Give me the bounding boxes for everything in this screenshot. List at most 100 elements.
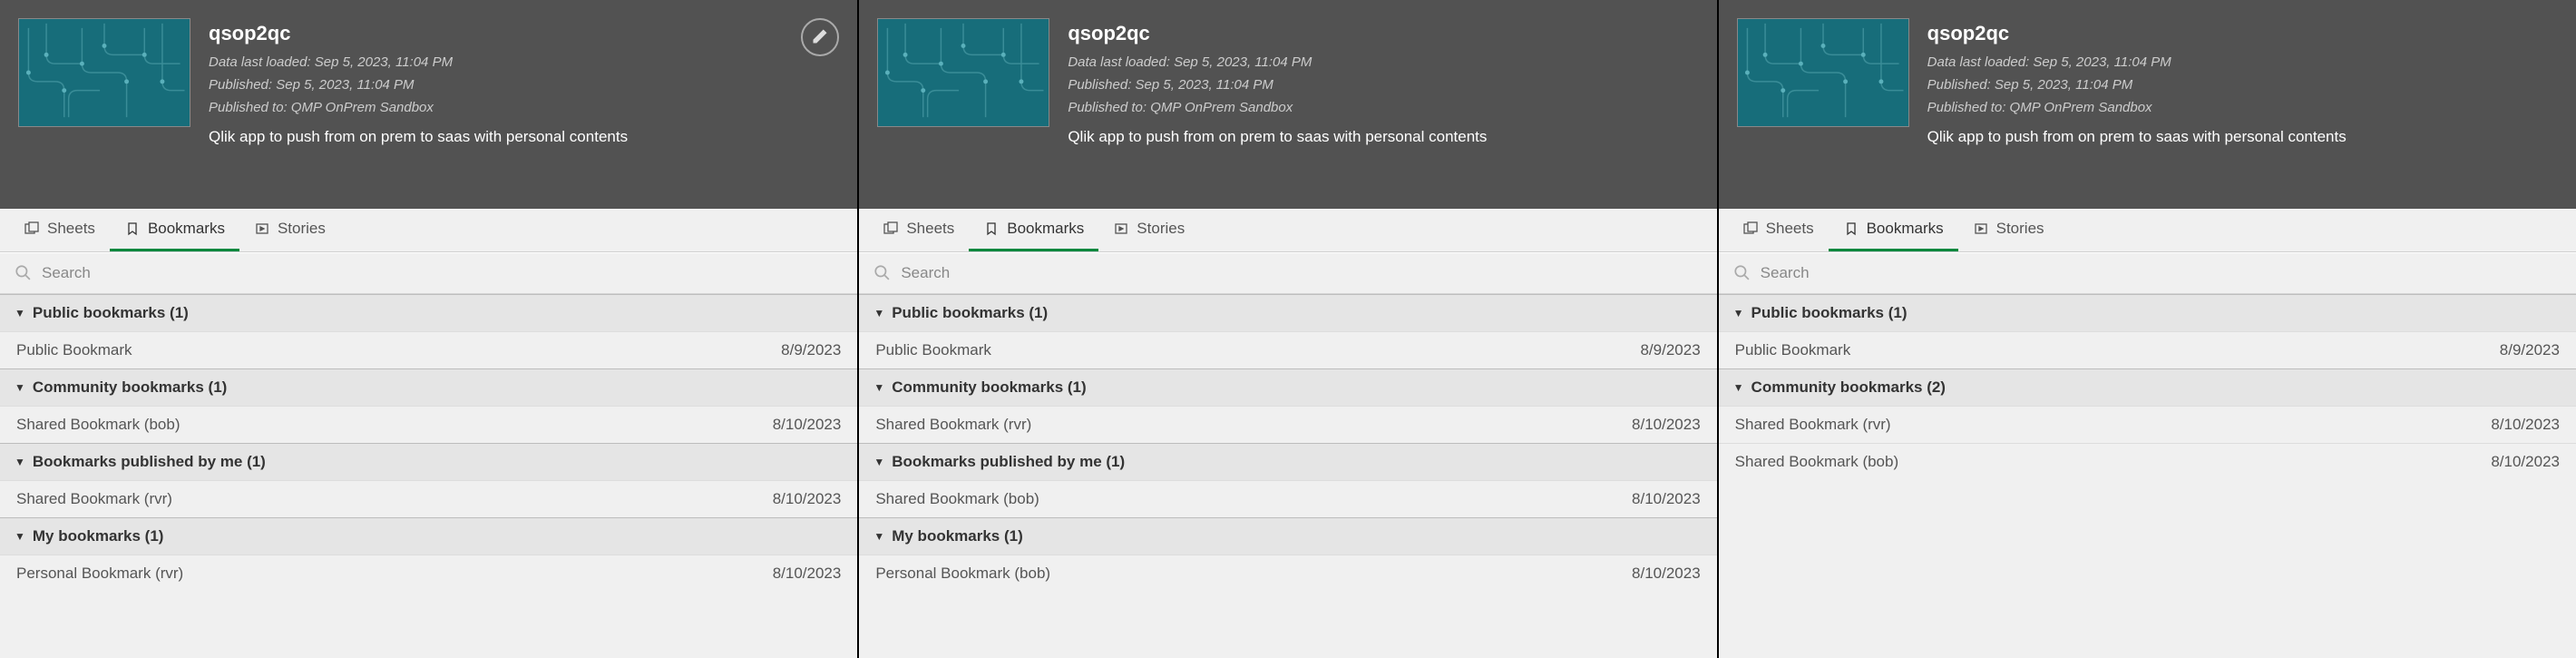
bookmark-name: Public Bookmark (16, 341, 132, 359)
header-text-block: qsop2qc Data last loaded: Sep 5, 2023, 1… (209, 18, 628, 191)
search-icon (15, 264, 33, 282)
app-header: qsop2qc Data last loaded: Sep 5, 2023, 1… (859, 0, 1716, 209)
section-header[interactable]: ▼ Bookmarks published by me (1) (859, 443, 1716, 480)
chevron-down-icon: ▼ (873, 530, 884, 543)
section-header[interactable]: ▼ My bookmarks (1) (859, 517, 1716, 555)
bookmark-name: Personal Bookmark (rvr) (16, 565, 183, 583)
app-description: Qlik app to push from on prem to saas wi… (209, 128, 628, 146)
app-thumbnail-graphic (1738, 19, 1908, 126)
app-description: Qlik app to push from on prem to saas wi… (1068, 128, 1487, 146)
search-input[interactable] (1761, 264, 2561, 282)
stories-icon (1973, 221, 1989, 237)
chevron-down-icon: ▼ (15, 456, 25, 468)
meta-loaded: Data last loaded: Sep 5, 2023, 11:04 PM (1927, 53, 2347, 72)
bookmark-date: 8/10/2023 (773, 490, 842, 508)
bookmark-name: Shared Bookmark (bob) (16, 416, 180, 434)
search-bar (1719, 252, 2576, 294)
tabs-bar: Sheets Bookmarks Stories (0, 209, 857, 252)
app-panel: qsop2qc Data last loaded: Sep 5, 2023, 1… (859, 0, 1718, 658)
bookmark-date: 8/10/2023 (2491, 453, 2560, 471)
search-input[interactable] (901, 264, 1702, 282)
section-title: Community bookmarks (1) (892, 378, 1086, 397)
meta-published-to: Published to: QMP OnPrem Sandbox (209, 98, 628, 117)
app-thumbnail (877, 18, 1049, 127)
bookmark-date: 8/10/2023 (1632, 416, 1701, 434)
bookmark-date: 8/10/2023 (773, 565, 842, 583)
bookmark-date: 8/10/2023 (2491, 416, 2560, 434)
bookmark-row[interactable]: Personal Bookmark (rvr) 8/10/2023 (0, 555, 857, 592)
bookmark-row[interactable]: Shared Bookmark (rvr) 8/10/2023 (1719, 406, 2576, 443)
app-description: Qlik app to push from on prem to saas wi… (1927, 128, 2347, 146)
stories-icon (254, 221, 270, 237)
section-header[interactable]: ▼ My bookmarks (1) (0, 517, 857, 555)
app-thumbnail (1737, 18, 1909, 127)
bookmark-row[interactable]: Shared Bookmark (rvr) 8/10/2023 (0, 480, 857, 517)
app-thumbnail (18, 18, 190, 127)
tab-bookmarks[interactable]: Bookmarks (110, 209, 239, 251)
bookmark-row[interactable]: Shared Bookmark (rvr) 8/10/2023 (859, 406, 1716, 443)
meta-loaded: Data last loaded: Sep 5, 2023, 11:04 PM (209, 53, 628, 72)
meta-published: Published: Sep 5, 2023, 11:04 PM (209, 75, 628, 94)
section-header[interactable]: ▼ Public bookmarks (1) (859, 294, 1716, 331)
sheets-icon (1742, 221, 1759, 237)
search-icon (1733, 264, 1751, 282)
section-header[interactable]: ▼ Bookmarks published by me (1) (0, 443, 857, 480)
header-text-block: qsop2qc Data last loaded: Sep 5, 2023, 1… (1068, 18, 1487, 191)
tab-sheets[interactable]: Sheets (1728, 209, 1829, 251)
search-bar (0, 252, 857, 294)
sheets-icon (24, 221, 40, 237)
tab-label: Bookmarks (1867, 220, 1944, 238)
search-icon (873, 264, 892, 282)
tab-label: Stories (1137, 220, 1185, 238)
section-title: My bookmarks (1) (33, 527, 164, 545)
app-title: qsop2qc (1068, 22, 1487, 45)
app-thumbnail-graphic (878, 19, 1049, 126)
meta-published: Published: Sep 5, 2023, 11:04 PM (1068, 75, 1487, 94)
bookmark-row[interactable]: Public Bookmark 8/9/2023 (0, 331, 857, 368)
stories-icon (1113, 221, 1129, 237)
section-header[interactable]: ▼ Public bookmarks (1) (1719, 294, 2576, 331)
meta-published-to: Published to: QMP OnPrem Sandbox (1927, 98, 2347, 117)
tab-stories[interactable]: Stories (1098, 209, 1199, 251)
bookmark-name: Shared Bookmark (bob) (1735, 453, 1898, 471)
app-panel: qsop2qc Data last loaded: Sep 5, 2023, 1… (1719, 0, 2576, 658)
app-header: qsop2qc Data last loaded: Sep 5, 2023, 1… (1719, 0, 2576, 209)
tab-sheets[interactable]: Sheets (868, 209, 969, 251)
bookmark-name: Personal Bookmark (bob) (875, 565, 1050, 583)
edit-button[interactable] (801, 18, 839, 56)
meta-published: Published: Sep 5, 2023, 11:04 PM (1927, 75, 2347, 94)
section-header[interactable]: ▼ Public bookmarks (1) (0, 294, 857, 331)
bookmark-row[interactable]: Public Bookmark 8/9/2023 (859, 331, 1716, 368)
section-header[interactable]: ▼ Community bookmarks (1) (859, 368, 1716, 406)
bookmark-row[interactable]: Shared Bookmark (bob) 8/10/2023 (0, 406, 857, 443)
search-input[interactable] (42, 264, 843, 282)
section-title: My bookmarks (1) (892, 527, 1023, 545)
meta-published-to: Published to: QMP OnPrem Sandbox (1068, 98, 1487, 117)
tab-stories[interactable]: Stories (239, 209, 340, 251)
section-title: Public bookmarks (1) (33, 304, 189, 322)
bookmark-date: 8/9/2023 (2500, 341, 2560, 359)
bookmark-row[interactable]: Public Bookmark 8/9/2023 (1719, 331, 2576, 368)
bookmark-row[interactable]: Personal Bookmark (bob) 8/10/2023 (859, 555, 1716, 592)
bookmark-icon (983, 221, 1000, 237)
bookmark-row[interactable]: Shared Bookmark (bob) 8/10/2023 (1719, 443, 2576, 480)
chevron-down-icon: ▼ (1733, 381, 1744, 394)
bookmark-row[interactable]: Shared Bookmark (bob) 8/10/2023 (859, 480, 1716, 517)
tab-sheets[interactable]: Sheets (9, 209, 110, 251)
section-header[interactable]: ▼ Community bookmarks (1) (0, 368, 857, 406)
tab-stories[interactable]: Stories (1958, 209, 2059, 251)
bookmark-icon (1843, 221, 1859, 237)
section-header[interactable]: ▼ Community bookmarks (2) (1719, 368, 2576, 406)
tab-label: Stories (278, 220, 326, 238)
section-title: Public bookmarks (1) (892, 304, 1048, 322)
tab-label: Bookmarks (148, 220, 225, 238)
section-title: Community bookmarks (2) (1751, 378, 1946, 397)
tab-bookmarks[interactable]: Bookmarks (969, 209, 1098, 251)
tab-label: Bookmarks (1007, 220, 1084, 238)
tabs-bar: Sheets Bookmarks Stories (859, 209, 1716, 252)
bookmark-icon (124, 221, 141, 237)
app-panel: qsop2qc Data last loaded: Sep 5, 2023, 1… (0, 0, 859, 658)
tab-bookmarks[interactable]: Bookmarks (1829, 209, 1958, 251)
bookmark-date: 8/10/2023 (1632, 490, 1701, 508)
bookmark-name: Public Bookmark (875, 341, 991, 359)
